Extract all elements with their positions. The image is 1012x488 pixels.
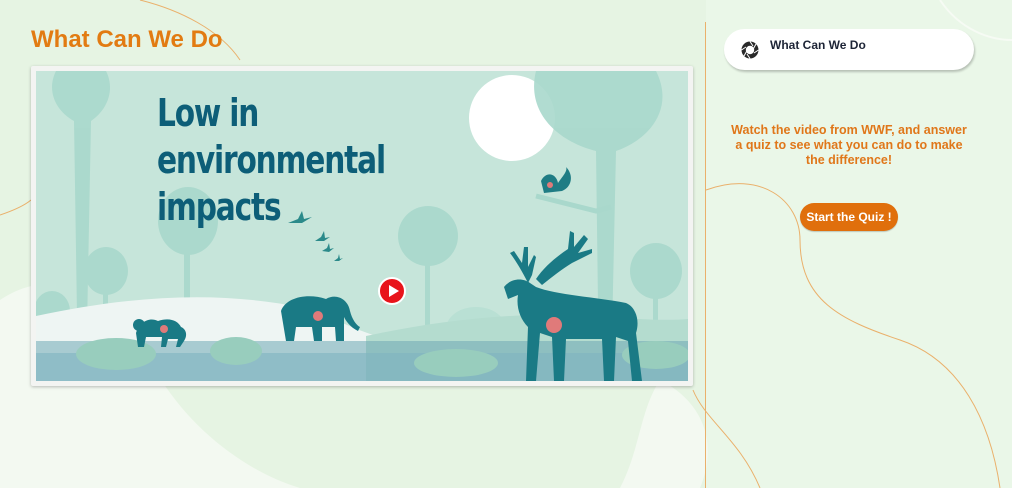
column-divider bbox=[705, 22, 706, 488]
video-player[interactable]: Low in environmental impacts bbox=[31, 66, 693, 386]
play-button[interactable] bbox=[378, 277, 406, 305]
play-icon bbox=[389, 285, 399, 297]
page-title: What Can We Do bbox=[31, 26, 223, 53]
video-thumbnail[interactable]: Low in environmental impacts bbox=[36, 71, 688, 381]
sidebar-tab-label: What Can We Do bbox=[770, 38, 866, 52]
quiz-description: Watch the video from WWF, and answer a q… bbox=[731, 123, 967, 167]
sidebar-tab-what-can-we-do[interactable]: What Can We Do bbox=[724, 29, 974, 70]
start-quiz-button[interactable]: Start the Quiz ! bbox=[800, 203, 898, 231]
video-headline: Low in environmental impacts bbox=[157, 91, 386, 229]
aperture-icon bbox=[741, 41, 759, 59]
